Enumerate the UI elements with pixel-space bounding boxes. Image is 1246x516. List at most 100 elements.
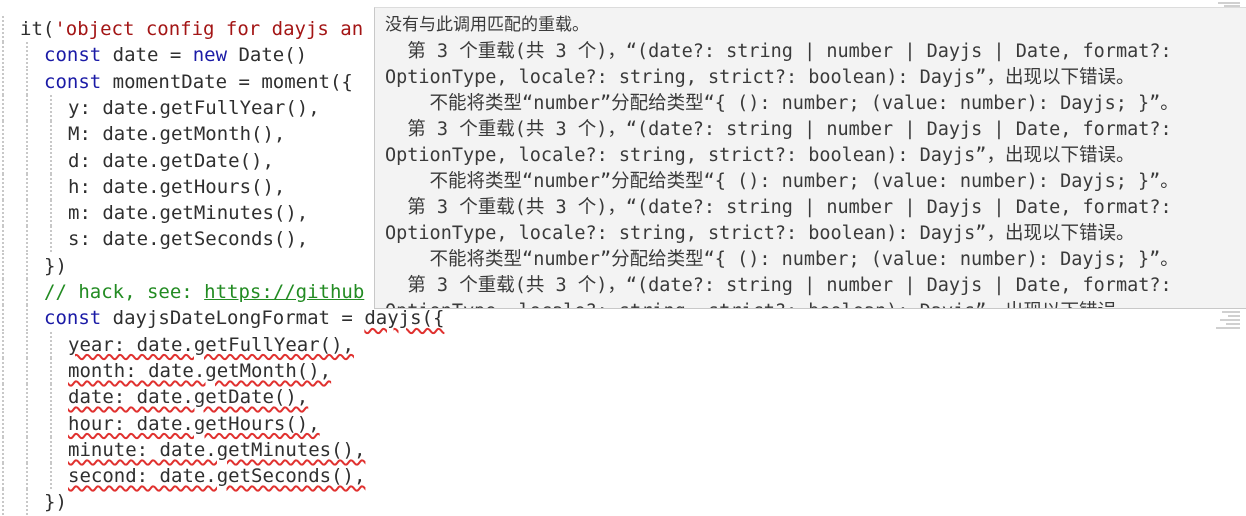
indent-guide bbox=[50, 463, 52, 490]
indent-guides bbox=[0, 436, 68, 463]
tooltip-line: 不能将类型“number”分配给类型“{ (): number; (value:… bbox=[385, 93, 1179, 114]
indent-guide bbox=[26, 94, 28, 121]
indent-guide bbox=[2, 384, 4, 411]
indent-guide bbox=[2, 463, 4, 490]
indent-guide bbox=[50, 331, 52, 358]
indent-guides bbox=[0, 252, 44, 279]
tooltip-line: 第 3 个重载(共 3 个)，“(date?: string | number … bbox=[385, 197, 1172, 218]
tooltip-header: 没有与此调用匹配的重载。 bbox=[385, 15, 589, 35]
indent-guides bbox=[0, 173, 68, 200]
code-line[interactable]: }) bbox=[0, 252, 67, 279]
indent-guides bbox=[0, 410, 68, 437]
indent-guide bbox=[2, 200, 4, 227]
code-line[interactable]: h: date.getHours(), bbox=[0, 173, 286, 200]
indent-guide bbox=[26, 121, 28, 148]
code-line[interactable]: }) bbox=[0, 489, 67, 516]
minimap-line bbox=[1224, 5, 1240, 7]
code-line[interactable]: const momentDate = moment({ bbox=[0, 68, 353, 95]
indent-guide bbox=[26, 200, 28, 227]
indent-guide bbox=[2, 436, 4, 463]
code-token: M: date.getMonth(), bbox=[68, 123, 286, 146]
code-token: m: date.getMinutes(), bbox=[68, 202, 309, 225]
indent-guide bbox=[50, 200, 52, 227]
code-line[interactable]: const dayjsDateLongFormat = dayjs({ bbox=[0, 305, 445, 332]
code-line[interactable]: it('object config for dayjs an bbox=[0, 16, 363, 42]
indent-guide bbox=[50, 121, 52, 148]
indent-guide bbox=[26, 279, 28, 305]
indent-guide bbox=[50, 173, 52, 200]
code-line[interactable]: hour: date.getHours(), bbox=[0, 410, 320, 437]
code-token: s: date.getSeconds(), bbox=[68, 228, 309, 251]
indent-guides bbox=[0, 200, 68, 227]
code-token: y: date.getFullYear(), bbox=[68, 96, 320, 119]
indent-guide bbox=[2, 226, 4, 253]
indent-guide bbox=[26, 226, 28, 253]
minimap[interactable] bbox=[1216, 0, 1244, 516]
code-token: }) bbox=[44, 491, 67, 514]
indent-guides bbox=[0, 463, 68, 490]
code-line[interactable]: minute: date.getMinutes(), bbox=[0, 436, 366, 463]
indent-guide bbox=[2, 305, 4, 332]
code-line[interactable]: s: date.getSeconds(), bbox=[0, 226, 309, 253]
code-line[interactable]: M: date.getMonth(), bbox=[0, 121, 286, 148]
code-link[interactable]: https://github bbox=[204, 281, 364, 303]
tooltip-line: 第 3 个重载(共 3 个)，“(date?: string | number … bbox=[385, 41, 1172, 62]
code-token: it( bbox=[20, 18, 55, 40]
code-line[interactable]: // hack, see: https://github bbox=[0, 279, 364, 305]
code-line[interactable]: const date = new Date() bbox=[0, 42, 308, 69]
code-line[interactable]: year: date.getFullYear(), bbox=[0, 331, 354, 358]
indent-guides bbox=[0, 226, 68, 253]
code-token: momentDate = moment({ bbox=[101, 70, 353, 93]
indent-guide bbox=[2, 173, 4, 200]
code-token: Date() bbox=[227, 44, 308, 67]
code-token: h: date.getHours(), bbox=[68, 175, 286, 198]
code-token: }) bbox=[44, 254, 67, 277]
indent-guides bbox=[0, 147, 68, 174]
tooltip-line: OptionType, locale?: string, strict?: bo… bbox=[385, 67, 1135, 88]
tooltip-line: 不能将类型“number”分配给类型“{ (): number; (value:… bbox=[385, 249, 1179, 270]
indent-guide bbox=[26, 331, 28, 358]
minimap-line bbox=[1220, 319, 1240, 321]
indent-guide bbox=[2, 121, 4, 148]
indent-guide bbox=[50, 384, 52, 411]
code-token: year: date.getFullYear(), bbox=[68, 333, 354, 356]
error-hover-tooltip: 没有与此调用匹配的重载。 第 3 个重载(共 3 个)，“(date?: str… bbox=[374, 7, 1246, 309]
indent-guides bbox=[0, 489, 44, 516]
code-token: minute: date.getMinutes(), bbox=[68, 438, 366, 461]
indent-guide bbox=[26, 68, 28, 95]
indent-guide bbox=[26, 436, 28, 463]
indent-guides bbox=[0, 279, 44, 305]
tooltip-line: OptionType, locale?: string, strict?: bo… bbox=[385, 223, 1135, 244]
indent-guide bbox=[2, 42, 4, 69]
code-line[interactable]: second: date.getSeconds(), bbox=[0, 463, 365, 490]
indent-guide bbox=[26, 410, 28, 437]
code-line[interactable]: month: date.getMonth(), bbox=[0, 357, 332, 384]
indent-guide bbox=[26, 305, 28, 332]
code-token: date: date.getDate(), bbox=[68, 386, 309, 409]
indent-guide bbox=[2, 252, 4, 279]
code-line[interactable]: d: date.getDate(), bbox=[0, 147, 274, 174]
minimap-line bbox=[1226, 323, 1240, 325]
code-token: d: date.getDate(), bbox=[68, 149, 274, 172]
indent-guide bbox=[50, 410, 52, 437]
code-token: month: date.getMonth(), bbox=[68, 359, 332, 382]
code-editor[interactable]: it('object config for dayjs an const date… bbox=[0, 0, 1246, 516]
indent-guide bbox=[2, 331, 4, 358]
tooltip-line: OptionType, locale?: string, strict?: bo… bbox=[385, 299, 1134, 308]
tooltip-line: 第 3 个重载(共 3 个)，“(date?: string | number … bbox=[385, 119, 1172, 140]
indent-guide bbox=[2, 16, 4, 42]
code-token: date = bbox=[101, 44, 193, 67]
indent-guide bbox=[2, 94, 4, 121]
code-line[interactable]: y: date.getFullYear(), bbox=[0, 94, 320, 121]
indent-guides bbox=[0, 42, 44, 69]
indent-guide bbox=[26, 357, 28, 384]
code-line[interactable]: date: date.getDate(), bbox=[0, 384, 309, 411]
code-token: 'object config for dayjs an bbox=[54, 18, 364, 40]
indent-guide bbox=[2, 147, 4, 174]
minimap-line bbox=[1216, 327, 1240, 329]
indent-guide bbox=[2, 357, 4, 384]
tooltip-line: 第 3 个重载(共 3 个)，“(date?: string | number … bbox=[385, 275, 1172, 296]
indent-guide bbox=[2, 279, 4, 305]
code-token: dayjs({ bbox=[364, 307, 445, 330]
code-line[interactable]: m: date.getMinutes(), bbox=[0, 200, 309, 227]
